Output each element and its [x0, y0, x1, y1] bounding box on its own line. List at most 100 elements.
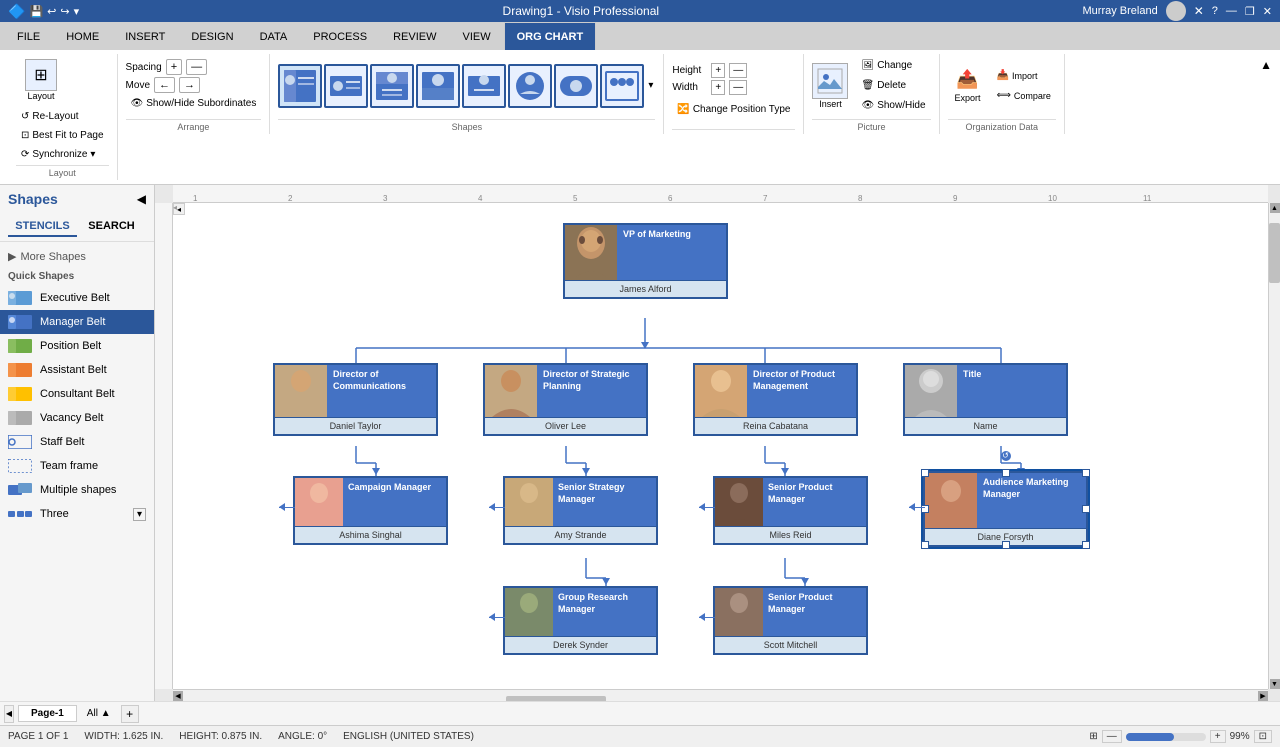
- shape-thumb-5[interactable]: [462, 64, 506, 108]
- show-hide-picture-button[interactable]: 👁Show/Hide: [856, 97, 930, 114]
- insert-picture-button[interactable]: Insert: [812, 63, 848, 109]
- delete-picture-button[interactable]: 🗑Delete: [856, 77, 930, 94]
- handle-b[interactable]: [1002, 541, 1010, 549]
- export-button[interactable]: 📤 Export: [948, 64, 988, 108]
- shape-thumb-3[interactable]: [370, 64, 414, 108]
- three-dropdown-btn[interactable]: ▾: [133, 508, 146, 521]
- handle-br[interactable]: [1082, 541, 1090, 549]
- quick-shapes-section[interactable]: Quick Shapes: [0, 267, 154, 286]
- shape-thumb-6[interactable]: [508, 64, 552, 108]
- collapse-panel-btn[interactable]: ◀: [137, 192, 146, 206]
- spacing-plus-btn[interactable]: +: [166, 59, 182, 75]
- shape-item-consultant-belt[interactable]: Consultant Belt: [0, 382, 154, 406]
- layout-button[interactable]: ⊞ Layout: [16, 54, 66, 106]
- width-plus-btn[interactable]: +: [711, 80, 725, 95]
- shapes-dropdown-btn[interactable]: ▾: [646, 76, 655, 95]
- close-icon[interactable]: ✕: [1263, 5, 1272, 18]
- compare-button[interactable]: ⟺Compare: [992, 87, 1056, 104]
- horizontal-scrollbar[interactable]: ◀ ▶: [173, 689, 1268, 701]
- shape-item-position-belt[interactable]: Position Belt: [0, 334, 154, 358]
- node-mgr1[interactable]: Campaign Manager Ashima Singhal: [293, 476, 448, 545]
- stencils-tab[interactable]: STENCILS: [8, 217, 77, 237]
- tab-file[interactable]: FILE: [4, 22, 53, 50]
- scroll-left-btn[interactable]: ◀: [173, 691, 183, 701]
- tab-insert[interactable]: INSERT: [112, 22, 178, 50]
- page-tab-1[interactable]: Page-1: [18, 705, 77, 722]
- shape-thumb-2[interactable]: [324, 64, 368, 108]
- diagram-canvas[interactable]: VP of Marketing James Alford Director of: [173, 203, 1268, 689]
- undo-icon[interactable]: ↩: [47, 5, 56, 18]
- rotate-handle[interactable]: ↺: [1001, 451, 1011, 461]
- tab-home[interactable]: HOME: [53, 22, 112, 50]
- scroll-thumb-h[interactable]: [506, 696, 606, 702]
- width-minus-btn[interactable]: —: [729, 80, 747, 95]
- import-button[interactable]: 📥Import: [992, 67, 1056, 84]
- node-dir2[interactable]: Director of Strategic Planning Oliver Le…: [483, 363, 648, 436]
- collapse-ribbon-btn[interactable]: ▲: [1260, 58, 1272, 72]
- restore-icon[interactable]: ❐: [1245, 5, 1255, 18]
- zoom-slider[interactable]: [1126, 733, 1206, 741]
- tab-org-chart[interactable]: ORG CHART: [504, 22, 597, 50]
- shape-item-three[interactable]: Three ▾: [0, 502, 154, 526]
- shape-item-team-frame[interactable]: Team frame: [0, 454, 154, 478]
- shape-item-multiple-shapes[interactable]: Multiple shapes: [0, 478, 154, 502]
- spacing-minus-btn[interactable]: —: [186, 59, 207, 75]
- close-user-panel[interactable]: ✕: [1194, 4, 1204, 18]
- scroll-down-btn[interactable]: ▼: [1270, 679, 1280, 689]
- handle-r[interactable]: [1082, 505, 1090, 513]
- scroll-right-btn[interactable]: ▶: [1258, 691, 1268, 701]
- redo-icon[interactable]: ↪: [60, 5, 69, 18]
- scroll-up-btn[interactable]: ▲: [1270, 203, 1280, 213]
- node-dir1[interactable]: Director of Communications Daniel Taylor: [273, 363, 438, 436]
- node-mgr2[interactable]: Senior Strategy Manager Amy Strande: [503, 476, 658, 545]
- tab-data[interactable]: DATA: [247, 22, 301, 50]
- canvas-fold-indicator-left[interactable]: ◂: [173, 203, 177, 212]
- node-dir3[interactable]: Director of Product Management Reina Cab…: [693, 363, 858, 436]
- shape-item-assistant-belt[interactable]: Assistant Belt: [0, 358, 154, 382]
- node-grp1[interactable]: Group Research Manager Derek Synder: [503, 586, 658, 655]
- shape-thumb-8[interactable]: [600, 64, 644, 108]
- shape-thumb-7[interactable]: [554, 64, 598, 108]
- move-left-btn[interactable]: ←: [154, 77, 175, 93]
- tab-design[interactable]: DESIGN: [178, 22, 246, 50]
- save-icon[interactable]: 💾: [29, 5, 43, 18]
- height-minus-btn[interactable]: —: [729, 63, 747, 78]
- minimize-icon[interactable]: —: [1226, 5, 1237, 17]
- node-grp2[interactable]: Senior Product Manager Scott Mitchell: [713, 586, 868, 655]
- tab-review[interactable]: REVIEW: [380, 22, 449, 50]
- zoom-out-btn[interactable]: —: [1102, 730, 1122, 743]
- help-icon[interactable]: ?: [1212, 5, 1218, 17]
- move-right-btn[interactable]: →: [179, 77, 200, 93]
- node-mgr3[interactable]: Senior Product Manager Miles Reid: [713, 476, 868, 545]
- node-vp[interactable]: VP of Marketing James Alford: [563, 223, 728, 299]
- change-picture-button[interactable]: 🖼Change: [856, 57, 930, 74]
- grid-toggle-btn[interactable]: ⊞: [1089, 731, 1097, 742]
- best-fit-button[interactable]: ⊡ Best Fit to Page: [16, 127, 109, 144]
- more-shapes-item[interactable]: ▶ More Shapes: [0, 246, 154, 267]
- tab-process[interactable]: PROCESS: [300, 22, 380, 50]
- show-hide-subordinates-button[interactable]: 👁 Show/Hide Subordinates: [126, 95, 262, 112]
- shape-thumb-1[interactable]: [278, 64, 322, 108]
- shape-item-manager-belt[interactable]: Manager Belt: [0, 310, 154, 334]
- relayout-button[interactable]: ↺ Re-Layout: [16, 108, 84, 125]
- shape-item-executive-belt[interactable]: Executive Belt: [0, 286, 154, 310]
- node-dir4[interactable]: Title Name: [903, 363, 1068, 436]
- tab-view[interactable]: VIEW: [449, 22, 503, 50]
- shape-item-staff-belt[interactable]: Staff Belt: [0, 430, 154, 454]
- search-tab[interactable]: SEARCH: [77, 217, 146, 237]
- fit-page-btn[interactable]: ⊡: [1254, 730, 1272, 743]
- handle-tr[interactable]: [1082, 469, 1090, 477]
- node-mgr4[interactable]: ↺ Audience Marketing Manager Diane Forsy…: [923, 471, 1088, 547]
- handle-t[interactable]: [1002, 469, 1010, 477]
- height-plus-btn[interactable]: +: [711, 63, 725, 78]
- handle-tl[interactable]: [921, 469, 929, 477]
- synchronize-button[interactable]: ⟳ Synchronize ▾: [16, 146, 100, 163]
- quick-access-toolbar[interactable]: 🔷 💾 ↩ ↪ ▾: [8, 3, 79, 20]
- shape-item-vacancy-belt[interactable]: Vacancy Belt: [0, 406, 154, 430]
- vertical-scrollbar[interactable]: ▲ ▼: [1268, 203, 1280, 689]
- scroll-thumb-v[interactable]: [1269, 223, 1280, 283]
- page-all-dropdown[interactable]: All ▲: [81, 706, 117, 721]
- change-position-type-button[interactable]: 🔀 Change Position Type: [672, 101, 795, 118]
- shape-thumb-4[interactable]: [416, 64, 460, 108]
- handle-bl[interactable]: [921, 541, 929, 549]
